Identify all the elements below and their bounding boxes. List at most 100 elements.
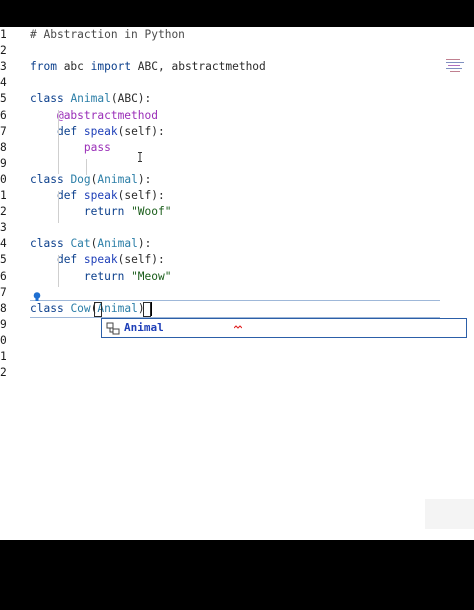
autocomplete-item-label: Animal <box>124 321 164 334</box>
line-number: 0 <box>0 173 7 186</box>
code-token: import <box>90 60 132 73</box>
code-token: Animal <box>97 173 138 186</box>
code-line[interactable]: 5 def speak(self): <box>0 252 474 268</box>
code-token: Animal <box>97 302 138 315</box>
code-token: from <box>30 60 57 73</box>
code-token: ): <box>137 173 152 186</box>
line-number: 7 <box>0 125 7 138</box>
line-number: 2 <box>0 44 7 57</box>
code-text: return "Meow" <box>30 269 172 285</box>
code-line[interactable]: 0 class Dog(Animal): <box>0 172 474 188</box>
code-token: (self): <box>117 189 165 202</box>
code-token: (ABC): <box>110 92 152 105</box>
code-text: pass <box>30 140 111 156</box>
autocomplete-item[interactable]: Animal <box>104 321 464 335</box>
code-line[interactable]: 8 pass <box>0 140 474 156</box>
code-line[interactable]: 1 # Abstraction in Python <box>0 27 474 43</box>
code-line[interactable]: 6 return "Meow" <box>0 269 474 285</box>
code-token: Animal <box>70 92 111 105</box>
code-text: class Cat(Animal): <box>30 236 151 252</box>
code-token: return <box>83 270 125 283</box>
code-line[interactable]: 7 def speak(self): <box>0 124 474 140</box>
code-token: # Abstraction in Python <box>30 28 185 41</box>
code-token: @abstractmethod <box>56 109 158 122</box>
line-number: 2 <box>0 205 7 218</box>
text-cursor <box>151 302 152 316</box>
line-number: 8 <box>0 302 7 315</box>
code-editor[interactable]: 1 # Abstraction in Python 2 3 from abc impor… <box>0 27 474 540</box>
code-token: abc <box>56 60 91 73</box>
code-text: class Animal(ABC): <box>30 91 151 107</box>
code-line[interactable]: 5 class Animal(ABC): <box>0 91 474 107</box>
code-token: ): <box>137 237 152 250</box>
code-token: class <box>30 302 64 315</box>
indent-guide <box>86 159 87 175</box>
line-number: 3 <box>0 60 7 73</box>
code-token: Animal <box>97 237 138 250</box>
line-number: 3 <box>0 221 7 234</box>
mouse-text-cursor-icon <box>137 147 143 162</box>
code-line[interactable]: 7 <box>0 285 474 301</box>
line-number: 5 <box>0 253 7 266</box>
code-line[interactable]: 2 return "Woof" <box>0 204 474 220</box>
scrollbar-thumb[interactable] <box>425 499 474 529</box>
code-token: speak <box>83 189 118 202</box>
code-line[interactable]: 9 <box>0 156 474 172</box>
line-number: 5 <box>0 92 7 105</box>
code-line[interactable]: 1 <box>0 349 474 365</box>
code-line[interactable]: 2 <box>0 43 474 59</box>
line-number: 7 <box>0 286 7 299</box>
code-text: from abc import ABC, abstractmethod <box>30 59 266 75</box>
indent-guide <box>58 110 59 174</box>
line-number: 2 <box>0 366 7 379</box>
line-number: 4 <box>0 76 7 89</box>
line-number: 6 <box>0 109 7 122</box>
code-text: class Dog(Animal): <box>30 172 151 188</box>
top-bar <box>0 0 474 27</box>
code-token: class <box>30 237 64 250</box>
code-token: def <box>56 253 78 266</box>
line-number: 0 <box>0 334 7 347</box>
code-text: def speak(self): <box>30 188 165 204</box>
bracket-match-open <box>94 302 102 317</box>
code-line[interactable]: 4 <box>0 75 474 91</box>
code-token: return <box>83 205 125 218</box>
code-text: return "Woof" <box>30 204 172 220</box>
error-squiggle <box>233 314 243 329</box>
code-text: def speak(self): <box>30 124 165 140</box>
line-number: 1 <box>0 28 7 41</box>
code-line[interactable]: 4 class Cat(Animal): <box>0 236 474 252</box>
autocomplete-popup[interactable]: Animal <box>101 318 467 338</box>
line-number: 9 <box>0 318 7 331</box>
indent-guide <box>58 191 59 223</box>
code-token: pass <box>83 141 111 154</box>
code-line[interactable]: 2 <box>0 365 474 381</box>
line-number: 8 <box>0 141 7 154</box>
line-number: 1 <box>0 189 7 202</box>
line-number: 4 <box>0 237 7 250</box>
code-token: "Meow" <box>131 270 172 283</box>
code-text: class Cow(Animal) <box>30 301 145 317</box>
lightbulb-icon[interactable] <box>33 287 41 301</box>
code-token: "Woof" <box>131 205 172 218</box>
line-number: 9 <box>0 157 7 170</box>
code-line[interactable]: 1 def speak(self): <box>0 188 474 204</box>
line-number: 1 <box>0 350 7 363</box>
code-line[interactable]: 3 from abc import ABC, abstractmethod <box>0 59 474 75</box>
code-token: def <box>56 125 78 138</box>
code-token: speak <box>83 253 118 266</box>
code-line[interactable]: 6 @abstractmethod <box>0 108 474 124</box>
code-line[interactable]: 3 <box>0 220 474 236</box>
code-token: class <box>30 92 64 105</box>
indent-guide <box>58 255 59 287</box>
code-text: def speak(self): <box>30 252 165 268</box>
